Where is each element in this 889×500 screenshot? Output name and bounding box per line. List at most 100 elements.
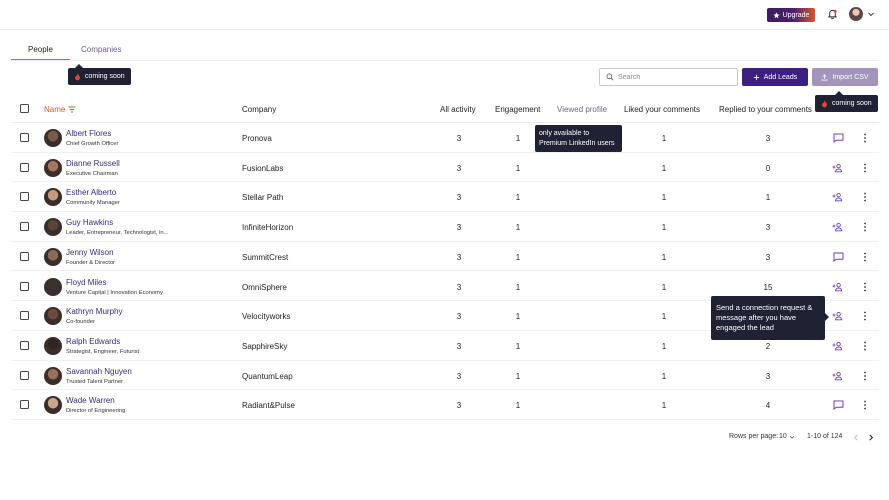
add-connection-icon[interactable] <box>832 222 843 232</box>
chevron-right-icon[interactable] <box>868 434 874 441</box>
company-cell: Stellar Path <box>242 193 284 203</box>
person-title: Founder & Director <box>66 259 115 266</box>
person-name[interactable]: Savannah Nguyen <box>66 367 132 376</box>
add-leads-button[interactable]: Add Leads <box>742 68 808 86</box>
rows-per-page-select[interactable]: 10 <box>779 433 795 440</box>
person-name[interactable]: Floyd Miles <box>66 278 106 287</box>
row-checkbox[interactable] <box>20 281 29 291</box>
liked-cell: 1 <box>661 163 667 173</box>
plus-icon <box>753 74 759 80</box>
message-icon[interactable] <box>833 133 844 143</box>
person-name[interactable]: Esther Alberto <box>66 188 116 197</box>
engagement-cell: 1 <box>515 312 521 322</box>
column-header-replied-comments[interactable]: Replied to your comments <box>719 105 812 114</box>
row-checkbox[interactable] <box>20 192 29 202</box>
table-row[interactable]: Dianne Russell Executive Chairman FusionLa… <box>11 153 879 183</box>
upgrade-button[interactable]: Upgrade <box>767 8 815 22</box>
message-icon[interactable] <box>833 400 844 411</box>
table-row[interactable]: Wade Warren Director of Engineering Radian… <box>11 390 879 420</box>
search-input[interactable] <box>618 73 728 81</box>
person-name[interactable]: Kathryn Murphy <box>66 307 122 316</box>
import-csv-button[interactable]: Import CSV <box>812 68 878 86</box>
person-title: Strategist, Engineer, Futurist <box>66 348 140 355</box>
row-checkbox[interactable] <box>20 162 29 172</box>
chevron-down-icon <box>789 435 794 439</box>
more-options-icon[interactable] <box>863 163 867 173</box>
row-checkbox[interactable] <box>20 370 29 380</box>
replied-cell: 3 <box>765 252 771 262</box>
add-connection-icon[interactable] <box>832 192 843 202</box>
table-row[interactable]: Savannah Nguyen Trusted Talent Partner Qua… <box>11 361 879 391</box>
upgrade-label: Upgrade <box>782 11 810 19</box>
message-icon[interactable] <box>833 252 844 262</box>
add-connection-icon[interactable] <box>832 371 843 381</box>
tooltip-text: coming soon <box>85 72 125 80</box>
chevron-down-icon[interactable] <box>867 10 875 18</box>
add-connection-icon[interactable] <box>832 282 843 292</box>
sort-icon[interactable] <box>68 106 76 113</box>
row-checkbox[interactable] <box>20 311 29 321</box>
row-checkbox[interactable] <box>20 340 29 350</box>
tooltip-text: only available to Premium LinkedIn users <box>539 130 615 147</box>
row-checkbox[interactable] <box>20 251 29 261</box>
table-row[interactable]: Albert Flores Chief Growth Officer Pronova… <box>11 123 879 153</box>
column-header-engagement[interactable]: Engagement <box>495 105 540 114</box>
avatar <box>44 218 62 237</box>
column-header-all-activity[interactable]: All activity <box>440 105 476 114</box>
more-options-icon[interactable] <box>863 341 867 351</box>
user-avatar[interactable] <box>849 7 863 21</box>
engagement-cell: 1 <box>515 134 521 143</box>
replied-cell: 4 <box>765 401 771 411</box>
table-row[interactable]: Guy Hawkins Leader, Entrepreneur, Technol… <box>11 212 879 242</box>
column-header-name[interactable]: Name <box>44 105 76 114</box>
more-options-icon[interactable] <box>863 311 867 321</box>
column-header-viewed-profile[interactable]: Viewed profile <box>557 105 607 114</box>
replied-cell: 3 <box>765 371 771 381</box>
person-name[interactable]: Dianne Russell <box>66 159 120 168</box>
person-name[interactable]: Albert Flores <box>66 129 111 138</box>
tab-people[interactable]: People <box>28 45 53 54</box>
row-checkbox[interactable] <box>20 400 29 410</box>
all-activity-cell: 3 <box>456 163 462 173</box>
table-header: Name Company All activity Engagement Vie… <box>11 95 879 123</box>
rows-per-page-label: Rows per page: <box>729 433 779 440</box>
liked-cell: 1 <box>661 282 667 292</box>
all-activity-cell: 3 <box>456 252 462 262</box>
avatar <box>44 336 62 355</box>
import-csv-label: Import CSV <box>832 73 869 81</box>
more-options-icon[interactable] <box>863 371 867 381</box>
person-name[interactable]: Jenny Wilson <box>66 248 114 257</box>
more-options-icon[interactable] <box>863 252 867 262</box>
table-row[interactable]: Esther Alberto Community Manager Stellar P… <box>11 182 879 213</box>
row-checkbox[interactable] <box>20 222 29 232</box>
top-bar: Upgrade <box>0 0 889 30</box>
more-options-icon[interactable] <box>863 192 867 202</box>
all-activity-cell: 3 <box>456 312 462 322</box>
pagination-range: 1-10 of 124 <box>807 433 843 440</box>
bell-icon[interactable] <box>827 9 838 20</box>
avatar <box>44 307 62 326</box>
more-options-icon[interactable] <box>863 133 867 143</box>
person-name[interactable]: Ralph Edwards <box>66 337 120 346</box>
row-checkbox[interactable] <box>20 133 29 142</box>
column-header-liked-comments[interactable]: Liked your comments <box>624 105 700 114</box>
select-all-checkbox[interactable] <box>20 104 29 113</box>
add-connection-icon[interactable] <box>832 311 843 321</box>
replied-cell: 15 <box>763 282 773 292</box>
tab-companies[interactable]: Companies <box>81 45 121 54</box>
more-options-icon[interactable] <box>863 400 867 410</box>
column-header-company[interactable]: Company <box>242 105 276 114</box>
companies-coming-soon-tooltip: coming soon <box>68 64 131 85</box>
add-connection-icon[interactable] <box>832 163 843 173</box>
person-name[interactable]: Guy Hawkins <box>66 218 113 227</box>
more-options-icon[interactable] <box>863 222 867 232</box>
chevron-left-icon[interactable] <box>853 434 859 441</box>
replied-cell: 3 <box>765 134 771 143</box>
add-connection-icon[interactable] <box>832 341 843 351</box>
search-box[interactable] <box>599 68 738 86</box>
engagement-cell: 1 <box>515 223 521 233</box>
more-options-icon[interactable] <box>863 282 867 292</box>
liked-cell: 1 <box>661 312 667 322</box>
table-row[interactable]: Jenny Wilson Founder & Director SummitCres… <box>11 242 879 272</box>
person-name[interactable]: Wade Warren <box>66 396 115 405</box>
